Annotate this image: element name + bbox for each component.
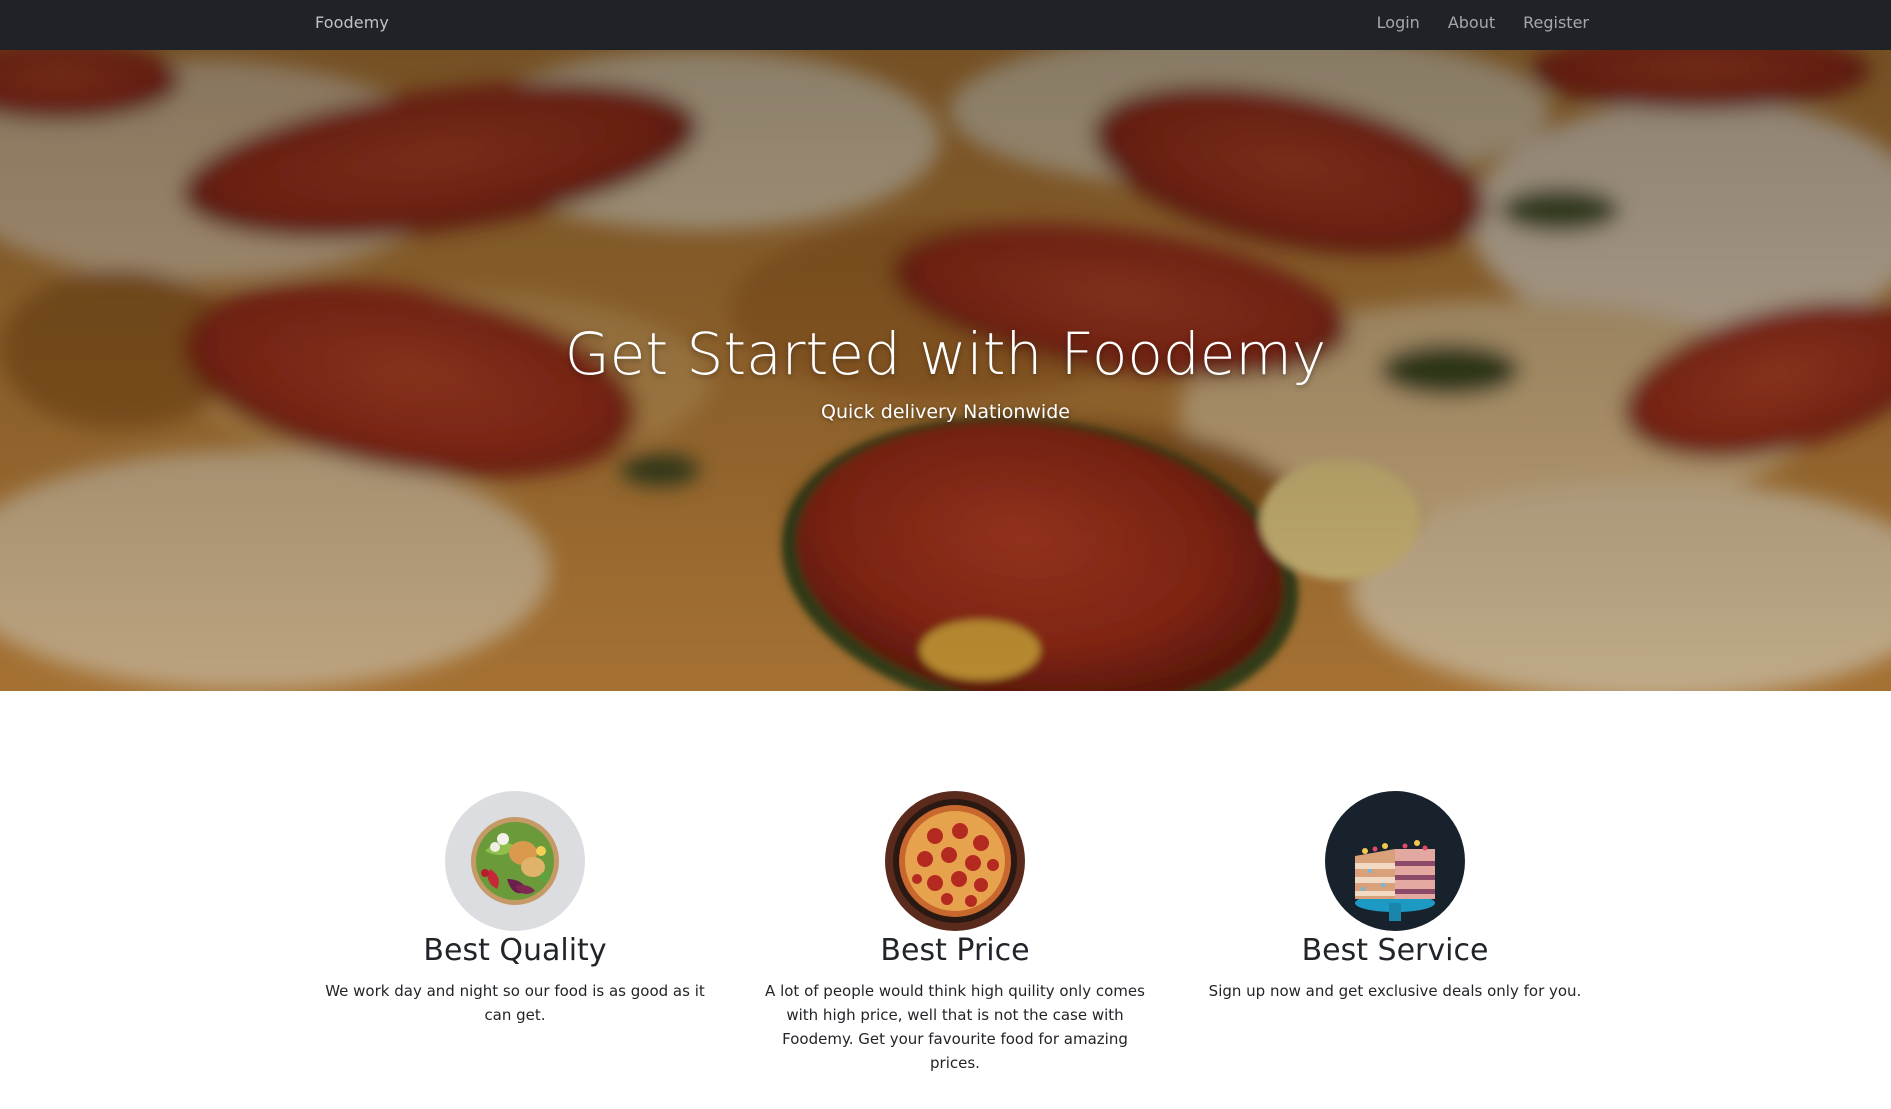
- hero-section: Get Started with Foodemy Quick delivery …: [0, 50, 1891, 691]
- feature-text: We work day and night so our food is as …: [325, 982, 705, 1024]
- hero-subtitle: Quick delivery Nationwide: [821, 401, 1070, 423]
- brand-link[interactable]: Foodemy: [315, 13, 389, 32]
- hero-title: Get Started with Foodemy: [564, 320, 1327, 388]
- feature-text: Sign up now and get exclusive deals only…: [1208, 982, 1582, 1000]
- top-navbar: Foodemy Login About Register: [0, 0, 1891, 50]
- feature-title: Best Price: [880, 933, 1030, 968]
- nav-about-link[interactable]: About: [1448, 13, 1495, 32]
- nav-register-link[interactable]: Register: [1523, 13, 1589, 32]
- pepperoni-pizza-image: [885, 791, 1025, 931]
- feature-title: Best Service: [1301, 933, 1489, 968]
- nav-links: Login About Register: [1377, 13, 1589, 32]
- feature-title: Best Quality: [423, 933, 607, 968]
- layer-cake-image: [1325, 791, 1465, 931]
- salad-bowl-image: [445, 791, 585, 931]
- feature-text: A lot of people would think high quility…: [765, 982, 1145, 1072]
- features-section: Best Quality We work day and night so ou…: [0, 691, 1891, 1109]
- nav-login-link[interactable]: Login: [1377, 13, 1420, 32]
